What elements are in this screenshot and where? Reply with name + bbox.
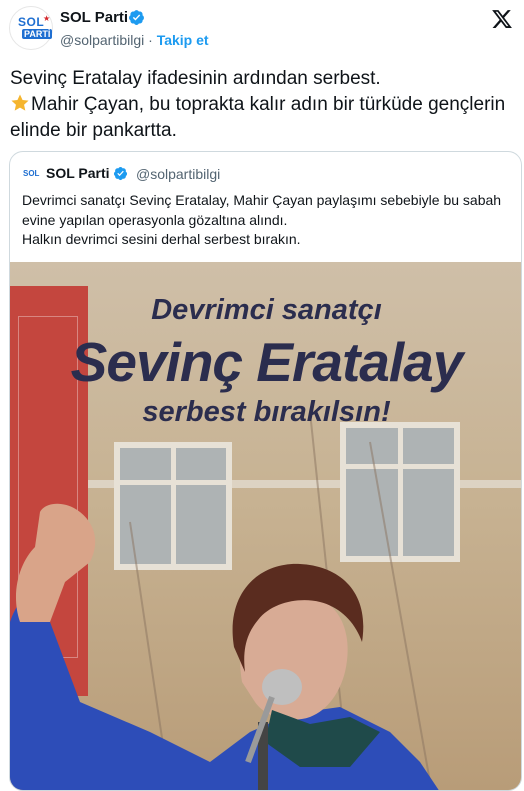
author-handle-row: @solpartibilgi · Takip et (60, 32, 209, 48)
follow-button[interactable]: Takip et (157, 32, 209, 48)
quote-avatar-logo-text: SOL (23, 169, 40, 178)
quote-image[interactable]: Devrimci sanatçı Sevinç Eratalay serbest… (10, 262, 521, 790)
avatar-star-icon: ★ (43, 14, 51, 23)
quote-verified-badge-icon (113, 166, 128, 181)
author-handle[interactable]: @solpartibilgi (60, 32, 144, 48)
author-name[interactable]: SOL Parti (60, 9, 128, 26)
avatar-logo-subtext: PARTİ (22, 29, 53, 39)
image-headline-top: Devrimci sanatçı (151, 294, 382, 326)
quoted-tweet[interactable]: SOL SOL Parti @solpartibilgi Devrimci sa… (9, 151, 522, 791)
star-emoji-icon (11, 94, 29, 111)
quote-author-name[interactable]: SOL Parti (46, 165, 110, 181)
tweet-line-2: Mahir Çayan, bu toprakta kalır adın bir … (10, 92, 515, 144)
image-headline-bottom: serbest bırakılsın! (142, 396, 391, 428)
author-avatar[interactable]: SOL ★ PARTİ (9, 6, 53, 50)
quote-text: Devrimci sanatçı Sevinç Eratalay, Mahir … (22, 191, 512, 250)
tweet-line-1: Sevinç Eratalay ifadesinin ardından serb… (10, 68, 381, 89)
x-logo-icon[interactable] (491, 8, 513, 30)
tweet-card: SOL ★ PARTİ SOL Parti @solpartibilgi · T… (0, 0, 524, 791)
quote-author-avatar: SOL (22, 166, 42, 186)
quote-author-handle[interactable]: @solpartibilgi (136, 166, 220, 182)
verified-badge-icon (129, 10, 144, 25)
avatar-logo-text: SOL (18, 15, 45, 29)
tweet-line-2-text: Mahir Çayan, bu toprakta kalır adın bir … (10, 94, 506, 141)
quote-text-line-2: Halkın devrimci sesini derhal serbest bı… (22, 231, 301, 247)
tweet-text: Sevinç Eratalay ifadesinin ardından serb… (10, 66, 515, 144)
image-headline-main: Sevinç Eratalay (70, 331, 464, 393)
handle-separator: · (148, 32, 153, 48)
quote-text-line-1: Devrimci sanatçı Sevinç Eratalay, Mahir … (22, 192, 502, 228)
